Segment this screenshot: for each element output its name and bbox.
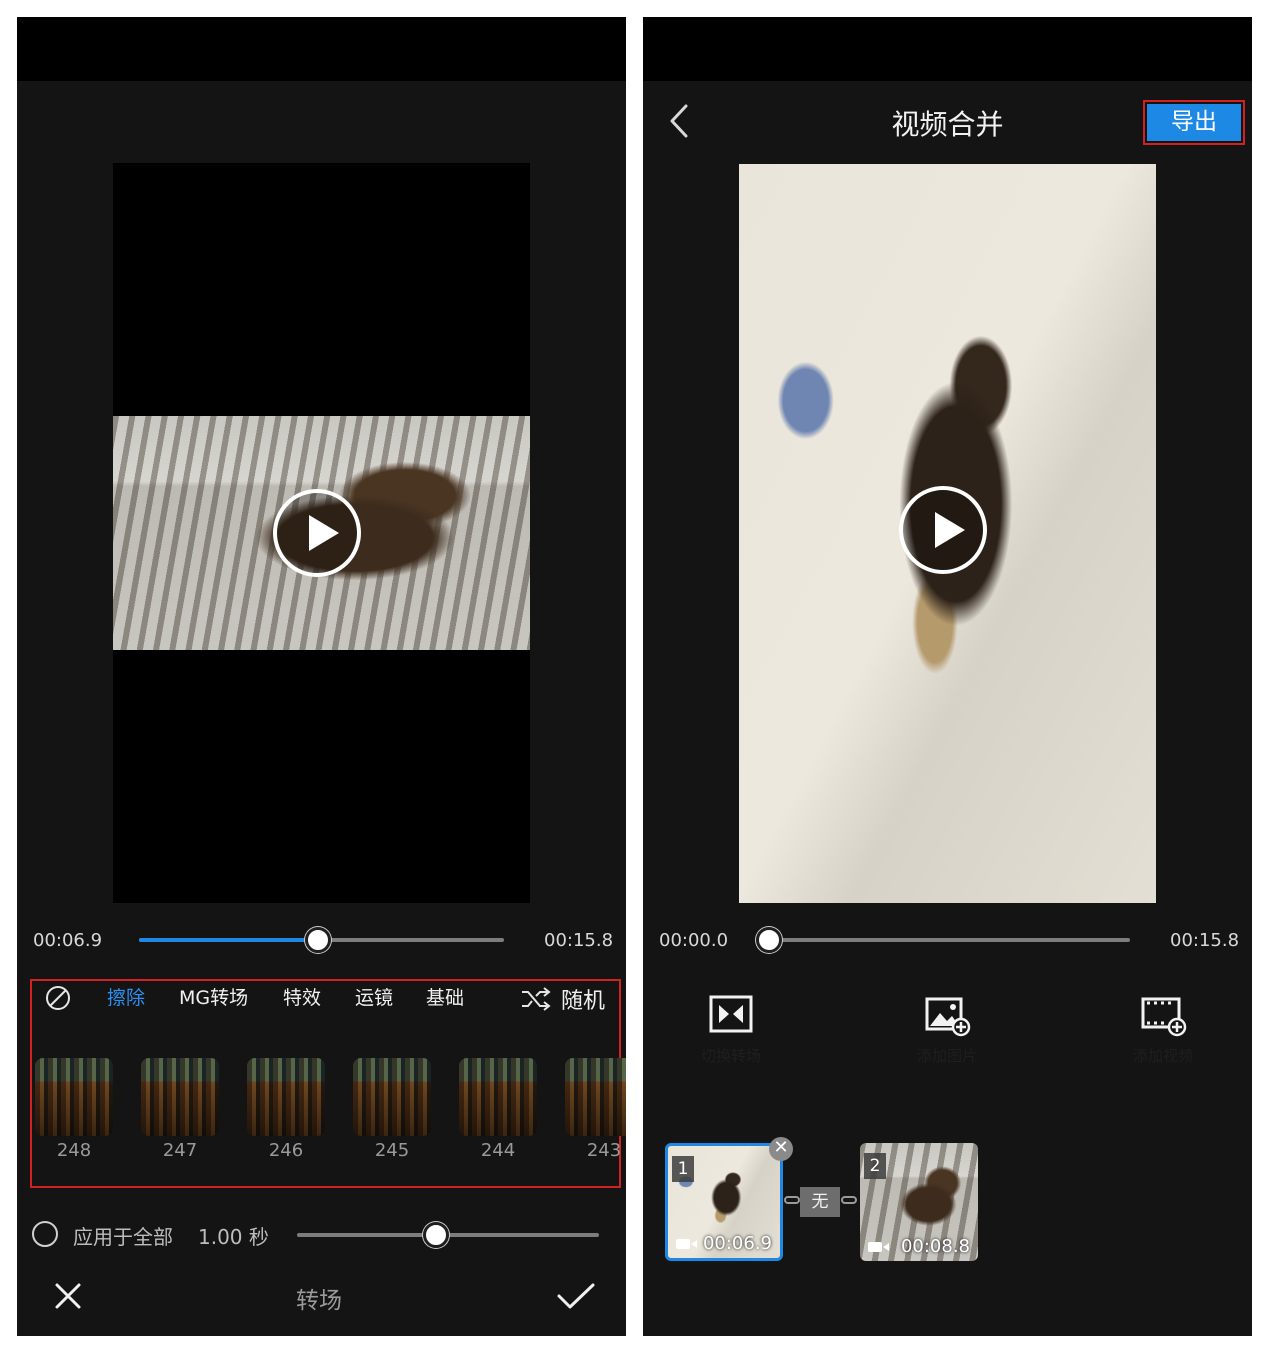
play-icon[interactable] xyxy=(899,486,987,574)
transition-item[interactable]: 248 xyxy=(35,1058,113,1161)
video-camera-icon xyxy=(868,1242,889,1252)
transition-thumbnail xyxy=(565,1058,626,1136)
transition-item[interactable]: 244 xyxy=(459,1058,537,1161)
clip-index: 1 xyxy=(672,1156,694,1182)
transition-item[interactable]: 243 xyxy=(565,1058,626,1161)
add-image-label: 添加图片 xyxy=(916,1047,977,1065)
transition-thumbnail xyxy=(353,1058,431,1136)
total-time: 00:15.8 xyxy=(1170,930,1240,951)
link-chain-icon xyxy=(841,1196,857,1204)
confirm-check-icon[interactable] xyxy=(556,1282,596,1312)
link-chain-icon xyxy=(784,1196,800,1204)
transition-number: 244 xyxy=(480,1140,516,1161)
switch-transition-label: 切换转场 xyxy=(700,1047,761,1065)
shuffle-icon[interactable] xyxy=(520,986,552,1012)
timeline-progress xyxy=(139,938,318,942)
tab-mg-transition[interactable]: MG转场 xyxy=(179,983,248,1010)
transition-thumbnail xyxy=(459,1058,537,1136)
transition-number: 245 xyxy=(374,1140,410,1161)
apply-all-label: 应用于全部 xyxy=(73,1225,173,1249)
timeline-slider[interactable] xyxy=(769,938,1130,942)
apply-all-radio[interactable] xyxy=(32,1221,58,1247)
transition-icon xyxy=(709,995,753,1033)
tab-wipe[interactable]: 擦除 xyxy=(107,983,145,1010)
close-icon[interactable] xyxy=(53,1281,83,1311)
timeline-knob[interactable] xyxy=(304,927,331,953)
transition-number: 248 xyxy=(56,1140,92,1161)
random-button[interactable]: 随机 xyxy=(561,983,605,1015)
transition-number: 247 xyxy=(162,1140,198,1161)
video-preview[interactable] xyxy=(739,164,1156,903)
export-button[interactable]: 导出 xyxy=(1147,104,1241,141)
add-video-label: 添加视频 xyxy=(1132,1047,1193,1065)
total-time: 00:15.8 xyxy=(544,930,614,951)
tab-basic[interactable]: 基础 xyxy=(426,983,464,1010)
tab-effects[interactable]: 特效 xyxy=(283,983,321,1010)
transition-number: 243 xyxy=(586,1140,622,1161)
transition-thumbnail xyxy=(247,1058,325,1136)
transition-thumbnail xyxy=(141,1058,219,1136)
video-preview[interactable] xyxy=(113,163,530,903)
transition-item[interactable]: 246 xyxy=(247,1058,325,1161)
timeline-knob[interactable] xyxy=(756,927,782,953)
none-transition-icon[interactable] xyxy=(44,984,72,1012)
transition-badge[interactable]: 无 xyxy=(800,1187,840,1217)
transition-editor-screen: 00:06.9 00:15.8 擦除 MG转场 特效 运镜 基础 随机 248 … xyxy=(17,17,626,1336)
add-video-button[interactable]: 添加视频 xyxy=(1123,995,1203,1075)
duration-knob[interactable] xyxy=(422,1222,449,1248)
switch-transition-button[interactable]: 切换转场 xyxy=(691,995,771,1075)
transition-item[interactable]: 247 xyxy=(141,1058,219,1161)
status-bar xyxy=(643,17,1252,81)
clip-duration: 00:08.8 xyxy=(900,1236,970,1257)
video-camera-icon xyxy=(676,1239,697,1249)
transition-number: 246 xyxy=(268,1140,304,1161)
current-time: 00:00.0 xyxy=(659,930,729,951)
play-icon[interactable] xyxy=(273,489,361,577)
transition-thumbnail xyxy=(35,1058,113,1136)
duration-value: 1.00 秒 xyxy=(198,1225,269,1249)
tab-camera-motion[interactable]: 运镜 xyxy=(355,983,393,1010)
footer-title: 转场 xyxy=(296,1288,342,1314)
video-merge-screen: 视频合并 导出 00:00.0 00:15.8 切换转场 添加图片 添加视频 1… xyxy=(643,17,1252,1336)
add-image-button[interactable]: 添加图片 xyxy=(907,995,987,1075)
clip-index: 2 xyxy=(864,1153,886,1179)
add-video-icon xyxy=(1141,997,1187,1037)
add-image-icon xyxy=(925,997,971,1037)
current-time: 00:06.9 xyxy=(33,930,103,951)
clip-2[interactable]: 2 00:08.8 xyxy=(860,1143,978,1261)
remove-clip-icon[interactable]: ✕ xyxy=(769,1137,793,1161)
clip-duration: 00:06.9 xyxy=(702,1233,772,1254)
transition-item[interactable]: 245 xyxy=(353,1058,431,1161)
clip-1[interactable]: 1 00:06.9 xyxy=(665,1143,783,1261)
status-bar xyxy=(17,17,626,81)
